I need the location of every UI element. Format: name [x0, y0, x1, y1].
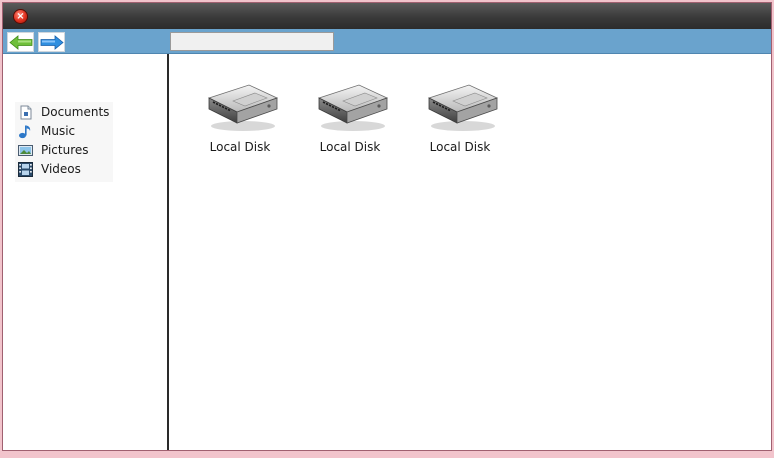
window-bottom-border	[2, 451, 772, 458]
sidebar-item-videos[interactable]: Videos	[18, 161, 113, 179]
local-disk-item[interactable]: Local Disk	[193, 76, 287, 158]
title-bar: ×	[3, 3, 771, 29]
close-icon[interactable]: ×	[14, 10, 27, 23]
sidebar-item-label: Music	[41, 124, 76, 138]
sidebar-item-label: Videos	[41, 162, 81, 176]
sidebar-item-label: Documents	[41, 105, 110, 119]
sidebar: Documents Music Pictures Videos	[3, 54, 169, 450]
disk-label: Local Disk	[319, 140, 381, 154]
places-list: Documents Music Pictures Videos	[15, 102, 113, 182]
film-icon	[18, 162, 33, 177]
forward-button[interactable]	[38, 32, 65, 52]
sidebar-item-documents[interactable]: Documents	[18, 104, 113, 122]
local-disk-item[interactable]: Local Disk	[303, 76, 397, 158]
disk-label: Local Disk	[429, 140, 491, 154]
local-disk-item[interactable]: Local Disk	[413, 76, 507, 158]
disk-label: Local Disk	[209, 140, 271, 154]
file-browser-window: × Documents Music Pictures Videos Local …	[2, 2, 772, 451]
document-icon	[20, 105, 32, 120]
sidebar-item-pictures[interactable]: Pictures	[18, 142, 113, 160]
address-bar-input[interactable]	[170, 32, 334, 51]
music-note-icon	[19, 125, 31, 139]
forward-arrow-icon	[40, 35, 64, 50]
drive-list: Local Disk Local Disk Local Disk	[169, 54, 771, 450]
navigation-toolbar	[3, 29, 771, 54]
back-arrow-icon	[9, 35, 33, 50]
back-button[interactable]	[7, 32, 34, 52]
hard-drive-icon	[317, 84, 389, 131]
picture-icon	[18, 145, 33, 156]
hard-drive-icon	[427, 84, 499, 131]
sidebar-item-label: Pictures	[41, 143, 89, 157]
sidebar-item-music[interactable]: Music	[18, 123, 113, 141]
hard-drive-icon	[207, 84, 279, 131]
